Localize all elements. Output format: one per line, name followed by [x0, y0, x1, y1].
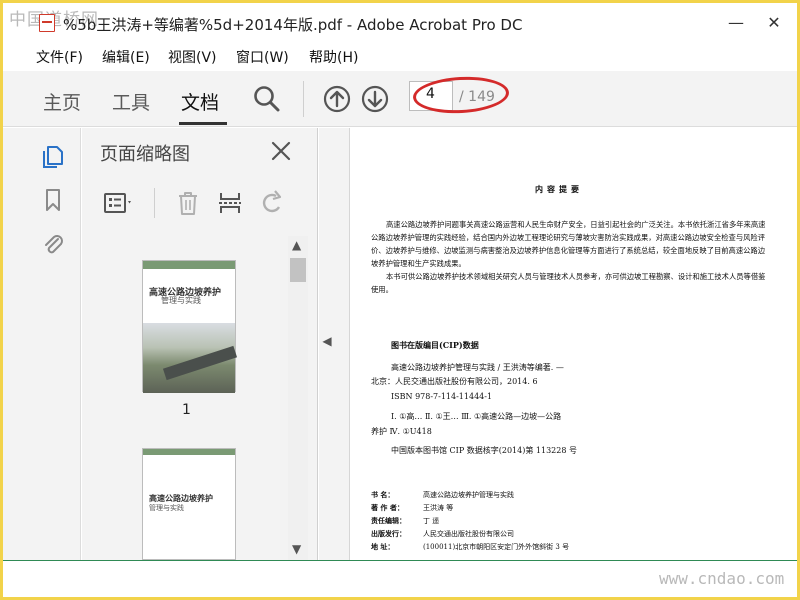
page-thumbnail-1[interactable]: 高速公路边坡养护 管理与实践: [142, 260, 238, 393]
cip-line: 北京：人民交通出版社股份有限公司，2014. 6: [371, 377, 538, 386]
scroll-down-arrow[interactable]: ▼: [292, 542, 301, 556]
previous-page-icon[interactable]: [321, 83, 353, 115]
panel-splitter[interactable]: ◀: [319, 128, 350, 560]
thumbnail-scrollbar[interactable]: ▲ ▼: [288, 236, 308, 560]
collapse-panel-arrow[interactable]: ◀: [319, 334, 335, 348]
cip-line: ISBN 978-7-114-11444-1: [391, 392, 493, 401]
page2-green-band: [143, 449, 235, 455]
book-info-label: 地 址：: [371, 542, 395, 551]
panel-title: 页面缩略图: [100, 144, 190, 165]
book-info-editor: 责任编辑： 丁 遥: [371, 516, 439, 526]
bottom-strip: www.cndao.com: [3, 560, 797, 597]
bookmark-icon[interactable]: [39, 186, 67, 214]
minimize-button[interactable]: —: [721, 11, 751, 35]
search-icon[interactable]: [251, 83, 283, 115]
book-info-authors: 著 作 者： 王洪涛 等: [371, 503, 453, 513]
book-info-label: 责任编辑：: [371, 516, 406, 525]
thumbnails-panel: 页面缩略图 高速公路边坡养护 管理与实践 1 高速公路边坡养护 管理与实践 ▲ …: [82, 128, 318, 560]
page-thumbnails-icon[interactable]: [39, 142, 67, 170]
book-info-value: 人民交通出版社股份有限公司: [423, 530, 514, 538]
document-page: 内容提要 高速公路边坡养护问题事关高速公路运营和人民生命财产安全，日益引起社会的…: [351, 128, 797, 560]
book-info-label: 书 名：: [371, 490, 395, 499]
book-info-address: 地 址： (100011)北京市朝阳区安定门外外馆斜街 3 号: [371, 542, 569, 552]
menu-view[interactable]: 视图(V): [168, 47, 217, 67]
summary-heading: 内容提要: [535, 184, 583, 194]
tab-document[interactable]: 文档: [181, 88, 219, 115]
book-info-title: 书 名： 高速公路边坡养护管理与实践: [371, 490, 514, 500]
watermark-bottom: www.cndao.com: [659, 569, 785, 588]
book-info-value: 王洪涛 等: [423, 504, 454, 512]
scroll-up-arrow[interactable]: ▲: [292, 238, 301, 252]
navigation-rail: [3, 128, 81, 560]
close-window-button[interactable]: ✕: [759, 11, 789, 35]
summary-paragraph-1: 高速公路边坡养护问题事关高速公路运营和人民生命财产安全，日益引起社会的广泛关注。…: [371, 220, 766, 268]
next-page-icon[interactable]: [359, 83, 391, 115]
tab-tools[interactable]: 工具: [112, 88, 150, 115]
menu-help[interactable]: 帮助(H): [309, 47, 358, 67]
book-info-value: (100011)北京市朝阳区安定门外外馆斜街 3 号: [423, 543, 570, 551]
cip-line: 中国版本图书馆 CIP 数据核字(2014)第 113228 号: [391, 446, 577, 455]
cip-line: Ⅰ. ①高… Ⅱ. ①王… Ⅲ. ①高速公路—边坡—公路: [391, 412, 562, 421]
window-title: %5b王洪涛+等编著%5d+2014年版.pdf - Adobe Acrobat…: [63, 16, 523, 34]
scroll-thumb[interactable]: [290, 258, 306, 282]
cip-heading: 图书在版编目(CIP)数据: [391, 340, 479, 350]
thumbnail-list[interactable]: 高速公路边坡养护 管理与实践 1 高速公路边坡养护 管理与实践: [82, 234, 288, 560]
menu-window[interactable]: 窗口(W): [236, 47, 289, 67]
attachment-icon[interactable]: [39, 230, 67, 258]
menu-file[interactable]: 文件(F): [36, 47, 83, 67]
book-info-value: 丁 遥: [423, 517, 440, 525]
extract-pages-icon[interactable]: [214, 188, 246, 218]
page-thumbnail-2[interactable]: 高速公路边坡养护 管理与实践: [142, 448, 236, 560]
delete-icon[interactable]: [172, 188, 204, 218]
book-info-label: 出版发行：: [371, 529, 406, 538]
cip-line: 高速公路边坡养护管理与实践 / 王洪涛等编著. —: [391, 363, 564, 372]
title-bar: 中国道桥网 %5b王洪涛+等编著%5d+2014年版.pdf - Adobe A…: [3, 3, 797, 41]
cover-green-band: [143, 261, 235, 269]
book-info-label: 著 作 者：: [371, 503, 404, 512]
menu-edit[interactable]: 编辑(E): [102, 47, 150, 67]
pdf-file-icon: [39, 14, 55, 32]
main-toolbar: 主页 工具 文档 4 / 149: [3, 71, 797, 127]
close-icon[interactable]: [268, 138, 294, 164]
toolbar-divider: [303, 81, 304, 117]
active-tab-indicator: [179, 122, 227, 125]
cip-line: 养护 Ⅳ. ①U418: [371, 427, 432, 436]
page-number-label: 1: [182, 402, 191, 418]
menu-bar: 文件(F) 编辑(E) 视图(V) 窗口(W) 帮助(H): [3, 41, 797, 71]
thumbnail-2-subtitle: 管理与实践: [149, 504, 184, 512]
rotate-icon[interactable]: [256, 188, 288, 218]
thumbnail-options-icon[interactable]: [102, 188, 134, 218]
book-info-value: 高速公路边坡养护管理与实践: [423, 491, 514, 499]
tab-home[interactable]: 主页: [43, 88, 81, 115]
thumbnail-1-subtitle: 管理与实践: [161, 296, 201, 305]
summary-paragraph-2: 本书可供公路边坡养护技术领域相关研究人员与管理技术人员参考，亦可供边坡工程勘察、…: [371, 272, 766, 294]
panel-toolbar-divider: [154, 188, 155, 218]
book-info-publisher: 出版发行： 人民交通出版社股份有限公司: [371, 529, 514, 539]
